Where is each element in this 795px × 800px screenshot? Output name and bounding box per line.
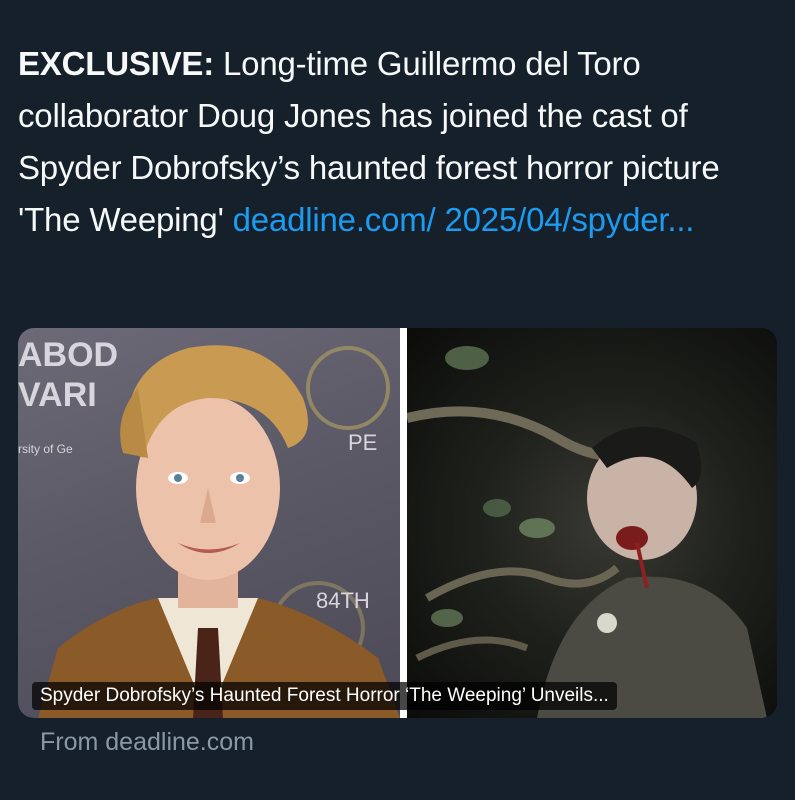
backdrop-text-3: rsity of Ge bbox=[18, 442, 73, 456]
tweet-link[interactable]: deadline.com/ 2025/04/spyder... bbox=[233, 201, 695, 238]
card-source[interactable]: From deadline.com bbox=[40, 728, 254, 757]
backdrop-text-5: 84TH bbox=[316, 588, 370, 613]
card-image-right bbox=[407, 328, 777, 718]
backdrop-text-2: VARI bbox=[18, 376, 97, 414]
link-card[interactable]: ABOD VARI rsity of Ge PE 84TH Spyder Dob… bbox=[18, 328, 777, 718]
forest-scene-illustration bbox=[407, 346, 767, 718]
image-divider bbox=[400, 328, 407, 718]
tweet-lead: EXCLUSIVE: bbox=[18, 45, 215, 82]
backdrop-text-1: ABOD bbox=[18, 336, 119, 374]
tweet-text: EXCLUSIVE: Long-time Guillermo del Toro … bbox=[18, 38, 788, 246]
backdrop-text-4: PE bbox=[348, 430, 378, 455]
card-title: Spyder Dobrofsky’s Haunted Forest Horror… bbox=[32, 682, 617, 710]
card-image-left: ABOD VARI rsity of Ge PE 84TH bbox=[18, 328, 400, 718]
